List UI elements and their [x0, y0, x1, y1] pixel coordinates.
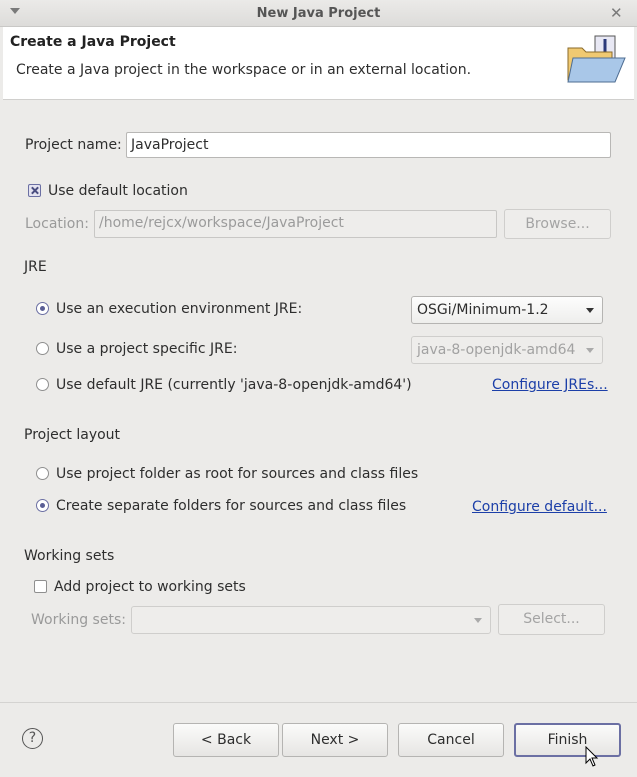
exec-env-jre-radio[interactable]	[36, 302, 49, 315]
use-default-location-checkbox[interactable]	[28, 184, 41, 197]
project-specific-jre-select[interactable]: java-8-openjdk-amd64	[411, 336, 603, 364]
close-icon[interactable]: ✕	[610, 4, 623, 22]
project-specific-jre-radio[interactable]	[36, 342, 49, 355]
default-jre-label: Use default JRE (currently 'java-8-openj…	[56, 377, 412, 393]
project-name-label: Project name:	[25, 137, 122, 153]
wizard-title: Create a Java Project	[10, 34, 176, 50]
working-sets-label: Working sets:	[31, 612, 126, 628]
location-input[interactable]: /home/rejcx/workspace/JavaProject	[94, 210, 497, 238]
location-label: Location:	[25, 216, 89, 232]
default-jre-radio[interactable]	[36, 378, 49, 391]
project-root-layout-label: Use project folder as root for sources a…	[56, 466, 419, 482]
button-bar-separator	[0, 702, 637, 703]
project-root-layout-radio[interactable]	[36, 467, 49, 480]
window-title: New Java Project	[256, 6, 381, 21]
exec-env-select[interactable]: OSGi/Minimum-1.2	[411, 296, 603, 324]
cancel-button[interactable]: Cancel	[398, 723, 504, 757]
configure-default-link[interactable]: Configure default...	[472, 499, 607, 515]
finish-button[interactable]: Finish	[514, 723, 621, 757]
project-specific-jre-value: java-8-openjdk-amd64	[417, 342, 576, 358]
configure-jres-link[interactable]: Configure JREs...	[492, 377, 608, 393]
project-specific-jre-label: Use a project specific JRE:	[56, 341, 238, 357]
exec-env-jre-label: Use an execution environment JRE:	[56, 301, 303, 317]
next-button[interactable]: Next >	[282, 723, 388, 757]
working-sets-select[interactable]	[131, 606, 491, 634]
add-to-working-sets-label: Add project to working sets	[54, 579, 246, 595]
separate-folders-layout-radio[interactable]	[36, 499, 49, 512]
exec-env-value: OSGi/Minimum-1.2	[417, 302, 549, 318]
jre-section-label: JRE	[24, 259, 47, 275]
project-name-input[interactable]: JavaProject	[126, 132, 611, 158]
mouse-cursor-icon	[585, 746, 599, 767]
wizard-description: Create a Java project in the workspace o…	[16, 62, 472, 78]
help-icon[interactable]: ?	[22, 728, 43, 749]
add-to-working-sets-checkbox[interactable]	[34, 580, 47, 593]
browse-button[interactable]: Browse...	[504, 209, 611, 239]
back-button[interactable]: < Back	[173, 723, 279, 757]
chevron-down-icon	[586, 348, 594, 353]
use-default-location-label: Use default location	[48, 183, 188, 199]
java-project-folder-icon	[567, 35, 626, 83]
select-working-sets-button[interactable]: Select...	[498, 604, 605, 635]
chevron-down-icon	[474, 618, 482, 623]
project-layout-section-label: Project layout	[24, 427, 121, 443]
separate-folders-layout-label: Create separate folders for sources and …	[56, 498, 407, 514]
chevron-down-icon	[586, 308, 594, 313]
working-sets-section-label: Working sets	[24, 548, 115, 564]
